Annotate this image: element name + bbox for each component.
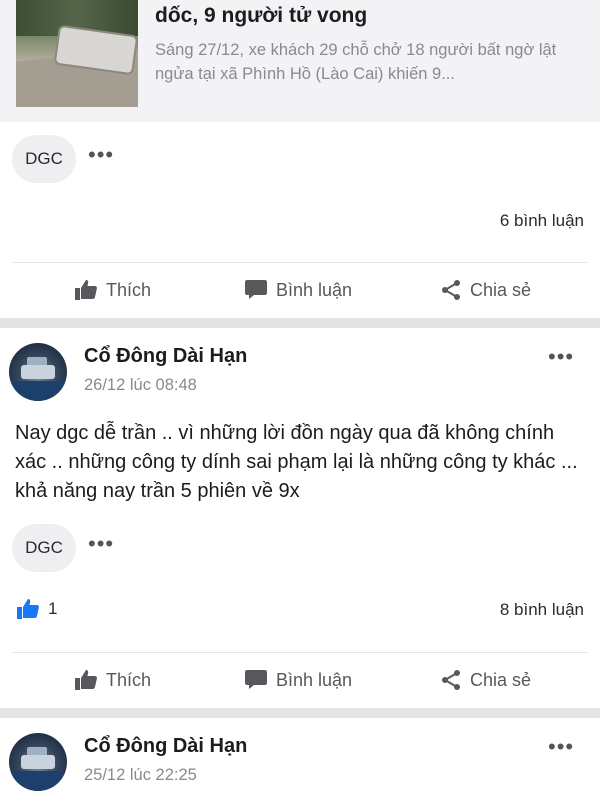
- post-body: Nay dgc dễ trần .. vì những lời đồn ngày…: [15, 422, 578, 502]
- like-button[interactable]: Thích: [74, 654, 151, 706]
- post-more-icon[interactable]: •••: [548, 734, 574, 760]
- divider: [12, 262, 588, 263]
- stock-tag-chip[interactable]: DGC: [12, 524, 76, 572]
- share-label: Chia sẻ: [470, 279, 532, 300]
- comment-button[interactable]: Bình luận: [244, 654, 352, 706]
- post-timestamp: 26/12 lúc 08:48: [84, 376, 197, 394]
- comment-icon: [245, 670, 267, 689]
- comment-count[interactable]: 8 bình luận: [500, 600, 584, 620]
- blue-thumbs-up-icon: [17, 599, 39, 619]
- preview-description: Sáng 27/12, xe khách 29 chỗ chở 18 người…: [155, 41, 557, 83]
- comment-label: Bình luận: [276, 279, 353, 300]
- thumbs-up-icon: [75, 280, 97, 300]
- share-button[interactable]: Chia sẻ: [440, 264, 531, 316]
- divider: [12, 652, 588, 653]
- like-summary[interactable]: 1: [16, 598, 57, 620]
- post-separator: [0, 708, 600, 718]
- comment-count[interactable]: 6 bình luận: [500, 211, 584, 231]
- avatar[interactable]: [9, 343, 67, 401]
- post-more-icon[interactable]: •••: [548, 344, 574, 370]
- post-timestamp: 25/12 lúc 22:25: [84, 766, 197, 784]
- preview-thumbnail: [16, 0, 138, 107]
- post-separator: [0, 318, 600, 328]
- like-label: Thích: [106, 279, 152, 300]
- more-dots-icon[interactable]: •••: [88, 144, 114, 166]
- like-label: Thích: [106, 669, 152, 690]
- action-bar: Thích Bình luận Chia sẻ: [0, 264, 600, 316]
- share-icon: [442, 280, 460, 300]
- stock-tag-chip[interactable]: DGC: [12, 135, 76, 183]
- thumbs-up-icon: [75, 670, 97, 690]
- comment-button[interactable]: Bình luận: [244, 264, 352, 316]
- comment-icon: [245, 280, 267, 299]
- share-label: Chia sẻ: [470, 669, 532, 690]
- avatar[interactable]: [9, 733, 67, 791]
- author-name[interactable]: Cổ Đông Dài Hạn: [84, 735, 247, 758]
- preview-title: dốc, 9 người tử vong: [155, 4, 368, 27]
- share-button[interactable]: Chia sẻ: [440, 654, 531, 706]
- author-name[interactable]: Cổ Đông Dài Hạn: [84, 345, 247, 368]
- like-button[interactable]: Thích: [74, 264, 151, 316]
- like-count: 1: [48, 599, 58, 618]
- link-preview-card[interactable]: dốc, 9 người tử vong Sáng 27/12, xe khác…: [0, 0, 600, 122]
- action-bar: Thích Bình luận Chia sẻ: [0, 654, 600, 706]
- share-icon: [442, 670, 460, 690]
- comment-label: Bình luận: [276, 669, 353, 690]
- more-dots-icon[interactable]: •••: [88, 533, 114, 555]
